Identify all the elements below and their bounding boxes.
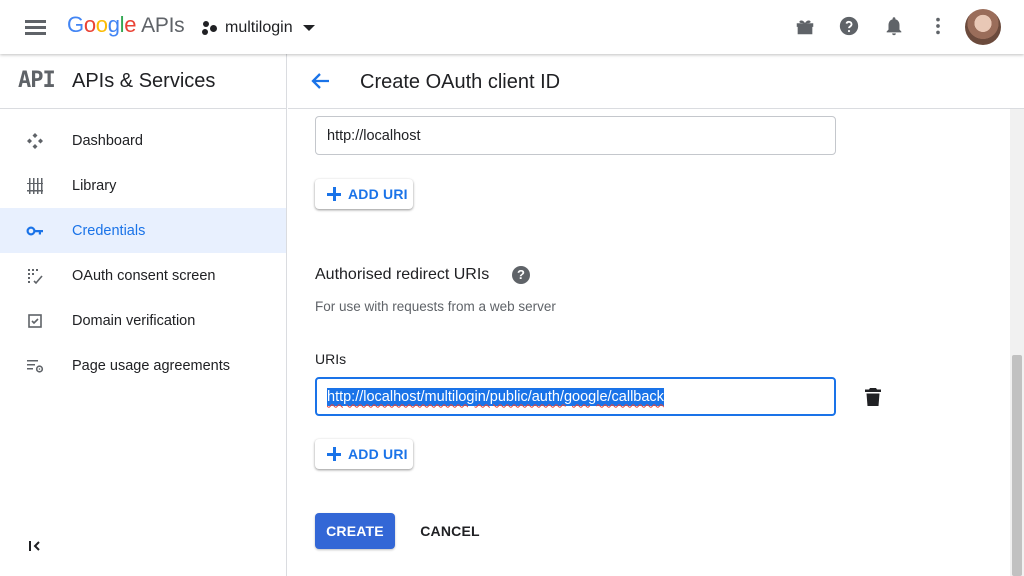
plus-icon xyxy=(327,447,341,461)
sidebar-header: API APIs & Services xyxy=(0,54,286,109)
help-icon[interactable]: ? xyxy=(512,266,530,284)
library-icon xyxy=(27,178,43,194)
add-uri-label: ADD URI xyxy=(348,186,408,202)
checkbox-icon xyxy=(28,314,42,328)
dashboard-icon xyxy=(27,133,43,149)
scrollbar-thumb[interactable] xyxy=(1012,355,1022,576)
redirect-uri-value: http://localhost/multilogin/public/auth/… xyxy=(327,387,664,406)
main-menu-icon[interactable] xyxy=(24,15,48,39)
key-icon xyxy=(26,226,43,236)
origin-uri-input[interactable]: http://localhost xyxy=(315,116,836,155)
sidebar-item-oauth-consent[interactable]: OAuth consent screen xyxy=(0,253,286,298)
create-button[interactable]: CREATE xyxy=(315,513,395,549)
sidebar-item-label: OAuth consent screen xyxy=(72,267,216,284)
chevron-down-icon xyxy=(302,25,315,31)
sidebar-item-dashboard[interactable]: Dashboard xyxy=(0,118,286,163)
consent-icon xyxy=(28,269,43,285)
scrollbar[interactable] xyxy=(1010,109,1024,576)
delete-trash-icon[interactable] xyxy=(864,387,882,407)
sidebar-item-library[interactable]: Library xyxy=(0,163,286,208)
notifications-bell-icon[interactable] xyxy=(883,15,905,37)
sidebar-item-label: Dashboard xyxy=(72,132,143,149)
back-arrow-icon[interactable] xyxy=(309,69,333,93)
sidebar-item-label: Library xyxy=(72,177,117,194)
add-origin-uri-button[interactable]: ADD URI xyxy=(315,179,413,209)
more-vert-icon[interactable] xyxy=(927,15,949,37)
sidebar-item-domain-verification[interactable]: Domain verification xyxy=(0,298,286,343)
sidebar-item-label: Page usage agreements xyxy=(72,357,230,374)
api-logo-icon: API xyxy=(18,68,56,93)
google-apis-logo[interactable]: Google APIs xyxy=(67,12,185,38)
sidebar-item-credentials[interactable]: Credentials xyxy=(0,208,286,253)
page-header: Create OAuth client ID xyxy=(288,54,1024,109)
redirect-uris-heading: Authorised redirect URIs xyxy=(315,266,490,283)
sidebar-title: APIs & Services xyxy=(72,70,216,92)
add-uri-label: ADD URI xyxy=(348,446,408,462)
uris-label: URIs xyxy=(315,351,347,367)
sidebar: API APIs & Services Dashboard Library Cr… xyxy=(0,54,287,576)
page-title: Create OAuth client ID xyxy=(360,71,561,93)
add-redirect-uri-button[interactable]: ADD URI xyxy=(315,439,413,469)
sidebar-item-page-usage-agreements[interactable]: Page usage agreements xyxy=(0,343,286,388)
cancel-button[interactable]: CANCEL xyxy=(410,513,490,549)
project-selector[interactable]: multilogin xyxy=(201,16,315,40)
sidebar-item-label: Credentials xyxy=(72,222,146,239)
redirect-uri-input[interactable]: http://localhost/multilogin/public/auth/… xyxy=(315,377,836,416)
settings-list-icon xyxy=(27,360,44,373)
project-name: multilogin xyxy=(225,19,293,36)
redirect-uris-description: For use with requests from a web server xyxy=(315,299,556,314)
origin-uri-value: http://localhost xyxy=(327,127,421,144)
project-icon xyxy=(201,20,217,36)
plus-icon xyxy=(327,187,341,201)
gift-icon[interactable] xyxy=(794,15,816,37)
sidebar-item-label: Domain verification xyxy=(72,312,196,329)
top-app-bar: Google APIs multilogin xyxy=(0,0,1024,54)
help-icon[interactable] xyxy=(838,15,860,37)
form-content: http://localhost ADD URI Authorised redi… xyxy=(288,109,1010,576)
account-avatar[interactable] xyxy=(965,9,1001,45)
collapse-sidebar-icon[interactable] xyxy=(26,537,44,555)
